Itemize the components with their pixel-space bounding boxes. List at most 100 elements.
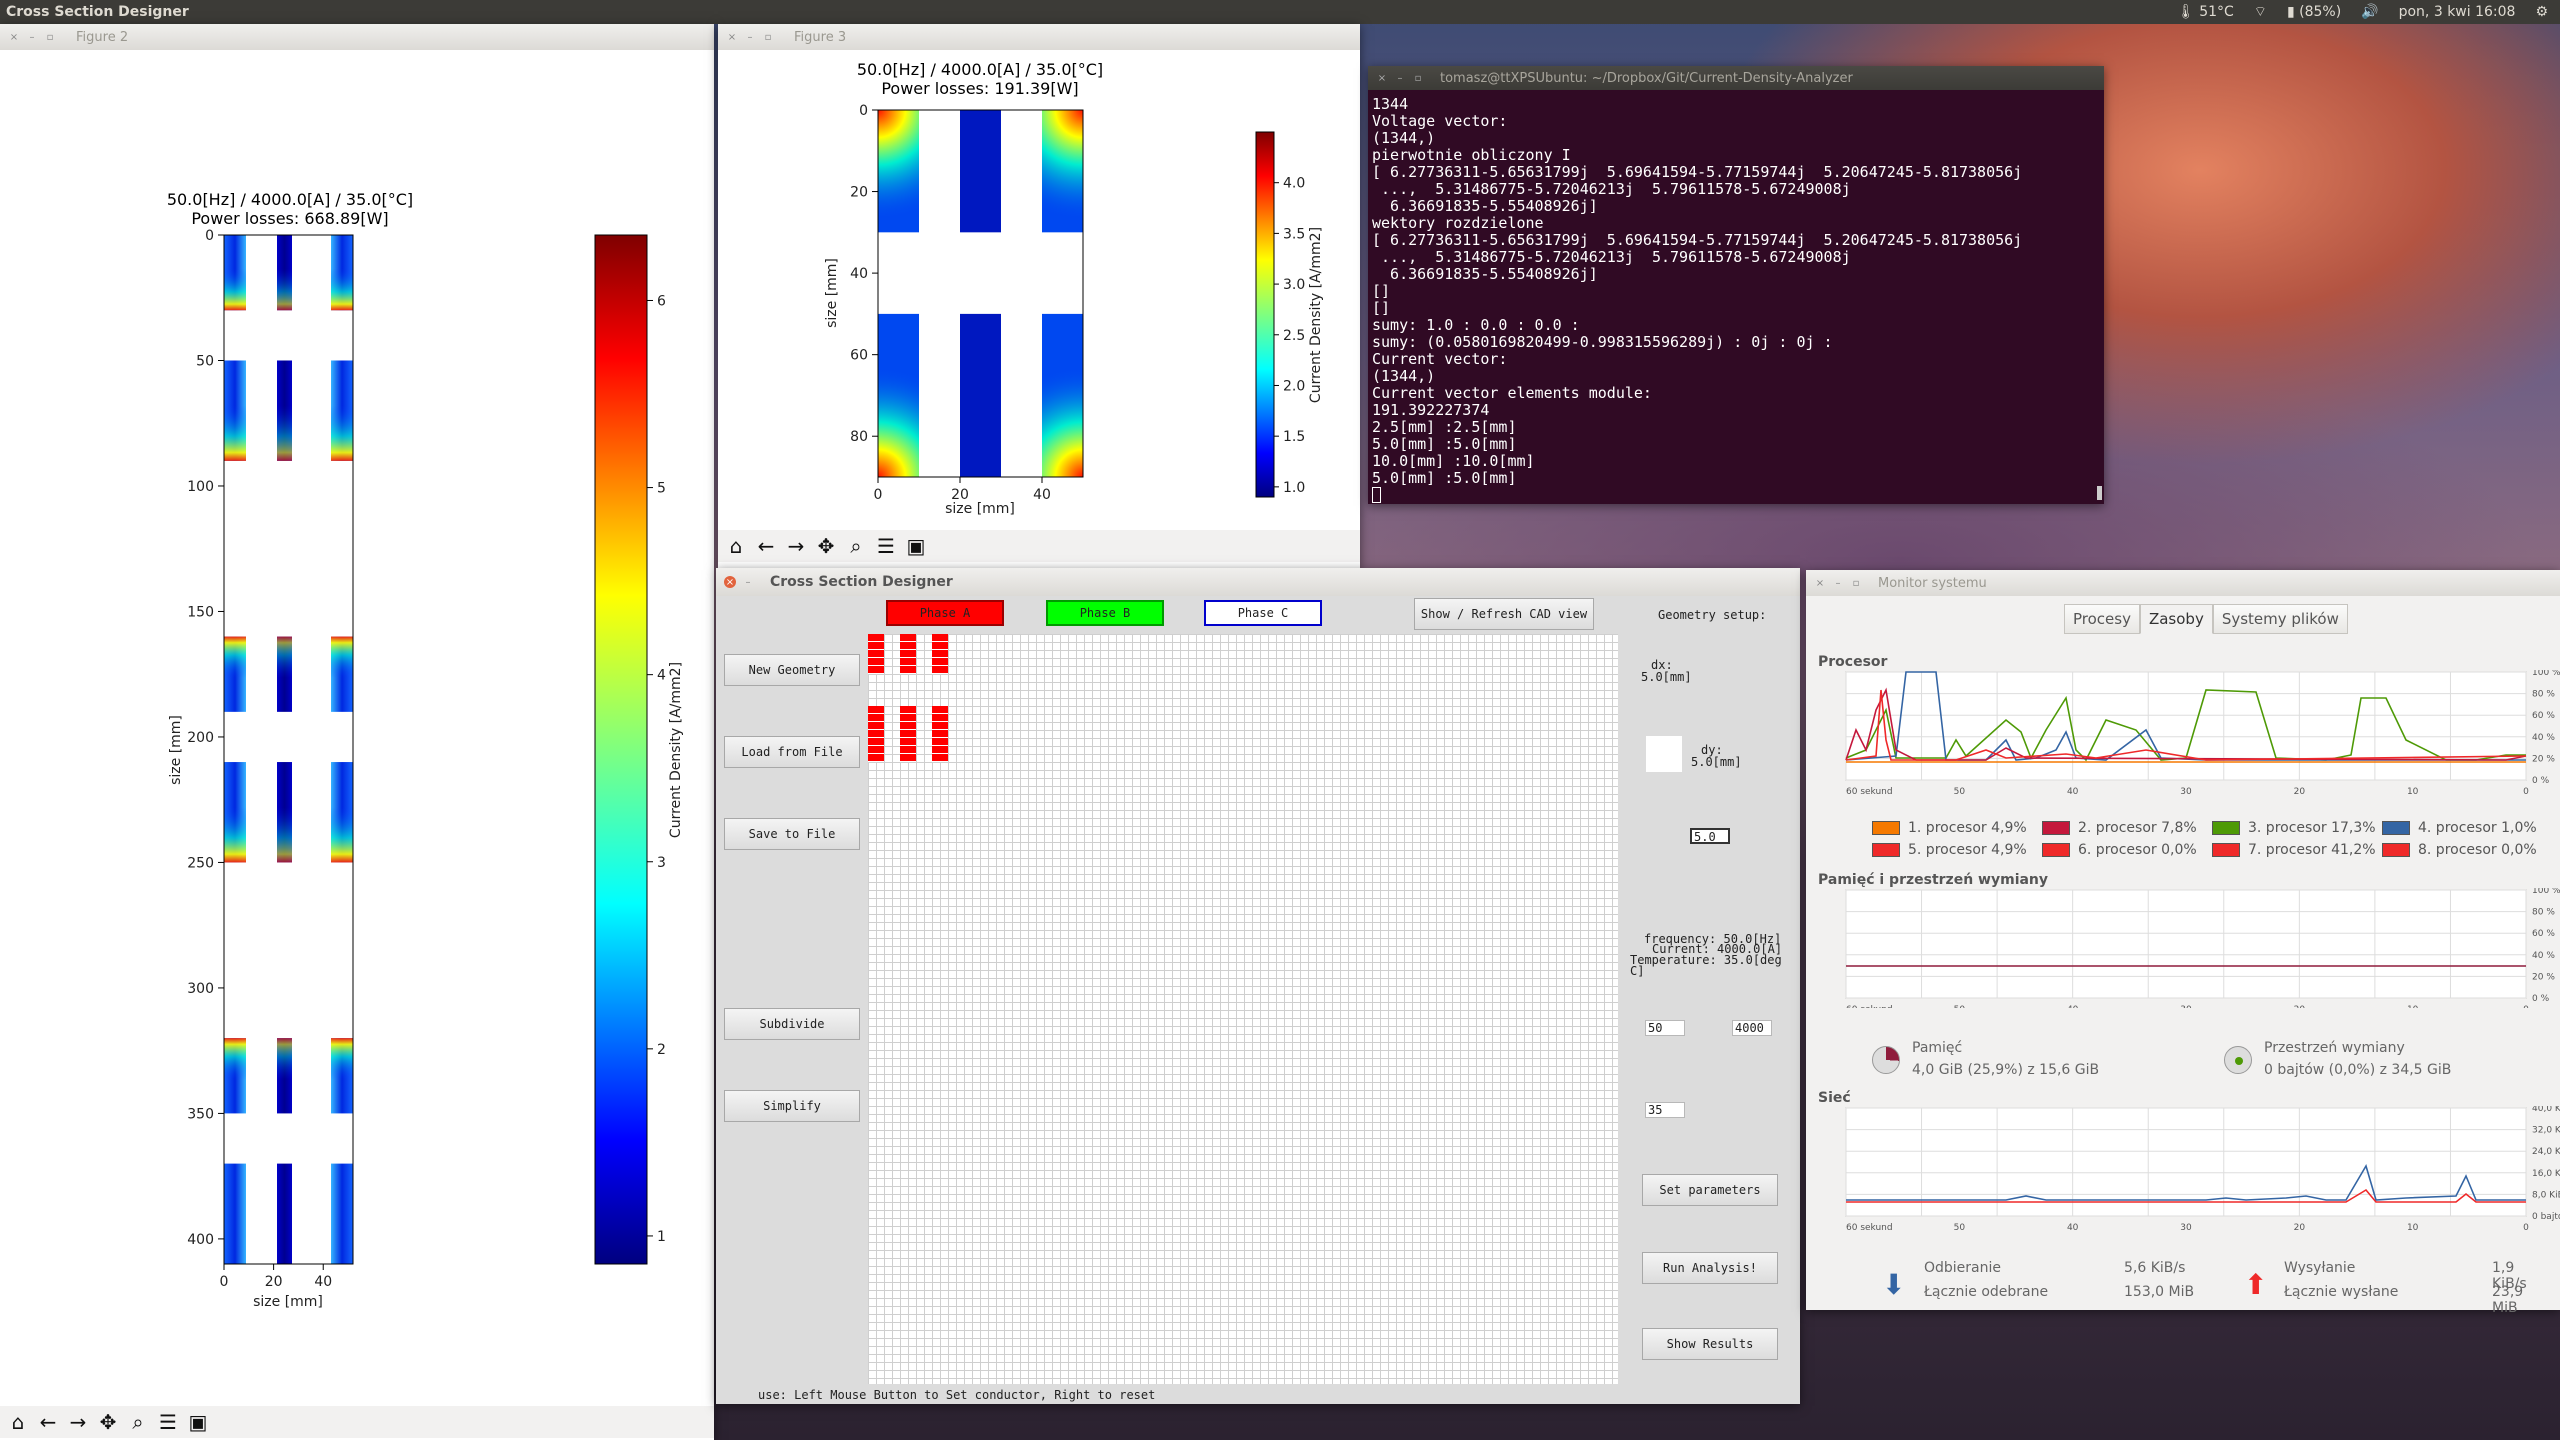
- tab-file-systems[interactable]: Systemy plików: [2212, 604, 2348, 634]
- load-from-file-button[interactable]: Load from File: [724, 736, 860, 768]
- home-icon[interactable]: ⌂: [724, 534, 748, 558]
- cpu-legend-item[interactable]: 3. procesor 17,3%: [2212, 820, 2382, 836]
- subdivide-button[interactable]: Subdivide: [724, 1008, 860, 1040]
- temperature-input[interactable]: 35: [1645, 1102, 1685, 1118]
- cpu-color-swatch[interactable]: [2382, 821, 2410, 835]
- battery-indicator[interactable]: ▮ (85%): [2287, 0, 2341, 24]
- tab-resources[interactable]: Zasoby: [2139, 604, 2213, 634]
- cpu-color-swatch[interactable]: [1872, 821, 1900, 835]
- frequency-input[interactable]: 50: [1645, 1020, 1685, 1036]
- network-icon[interactable]: ⌔: [2254, 0, 2267, 24]
- figure3-titlebar[interactable]: × – ▫ Figure 3: [718, 24, 1360, 50]
- phase-b-button[interactable]: Phase B: [1046, 600, 1164, 626]
- current-input[interactable]: 4000: [1732, 1020, 1772, 1036]
- conductor-phase-a[interactable]: [932, 634, 948, 674]
- conductor-bar: [331, 1163, 353, 1264]
- minimize-icon[interactable]: –: [1394, 72, 1406, 84]
- system-tray: 🌡 51°C ⌔ ▮ (85%) 🔊 pon, 3 kwi 16:08 ⚙: [2177, 0, 2548, 24]
- tab-processes[interactable]: Procesy: [2064, 604, 2140, 634]
- phase-c-button[interactable]: Phase C: [1204, 600, 1322, 626]
- minimize-icon[interactable]: –: [1832, 577, 1844, 589]
- refresh-cad-button[interactable]: Show / Refresh CAD view: [1414, 598, 1594, 630]
- close-icon[interactable]: ×: [726, 31, 738, 43]
- simplify-button[interactable]: Simplify: [724, 1090, 860, 1122]
- clock[interactable]: pon, 3 kwi 16:08: [2399, 0, 2516, 24]
- maximize-icon[interactable]: ▫: [1850, 577, 1862, 589]
- conductor-phase-a[interactable]: [868, 634, 884, 674]
- minimize-icon[interactable]: –: [744, 31, 756, 43]
- hotspot-overlay: [277, 1038, 292, 1080]
- back-arrow-icon[interactable]: ←: [754, 534, 778, 558]
- close-icon[interactable]: ×: [724, 576, 736, 588]
- figure2-plot-title-line1: 50.0[Hz] / 4000.0[A] / 35.0[°C]: [167, 190, 413, 209]
- designer-titlebar[interactable]: × – Cross Section Designer: [716, 568, 1800, 596]
- figure3-colorbar: [1255, 131, 1275, 498]
- cpu-color-swatch[interactable]: [2042, 843, 2070, 857]
- back-arrow-icon[interactable]: ←: [36, 1410, 60, 1434]
- graph-x-label: 50: [1954, 787, 1966, 797]
- figure2-titlebar[interactable]: × – ▫ Figure 2: [0, 24, 714, 50]
- run-analysis-button[interactable]: Run Analysis!: [1642, 1252, 1778, 1284]
- graph-x-label: 50: [1954, 1005, 1966, 1008]
- configure-subplots-icon[interactable]: ☰: [874, 534, 898, 558]
- maximize-icon[interactable]: ▫: [1412, 72, 1424, 84]
- cpu-color-swatch[interactable]: [2042, 821, 2070, 835]
- settings-gear-icon[interactable]: ⚙: [2535, 0, 2548, 24]
- cell-size-input[interactable]: 5.0: [1690, 828, 1730, 844]
- conductor-phase-a[interactable]: [900, 634, 916, 674]
- cpu-legend-item[interactable]: 6. procesor 0,0%: [2042, 842, 2212, 858]
- minimize-icon[interactable]: –: [26, 31, 38, 43]
- phase-a-button[interactable]: Phase A: [886, 600, 1004, 626]
- cpu-legend: 1. procesor 4,9% 2. procesor 7,8% 3. proce…: [1872, 820, 2552, 858]
- cpu-color-swatch[interactable]: [2382, 843, 2410, 857]
- cpu-legend-item[interactable]: 5. procesor 4,9%: [1872, 842, 2042, 858]
- forward-arrow-icon[interactable]: →: [784, 534, 808, 558]
- save-icon[interactable]: ▣: [186, 1410, 210, 1434]
- zoom-icon[interactable]: ⌕: [844, 534, 868, 558]
- cpu-color-swatch[interactable]: [2212, 821, 2240, 835]
- terminal-titlebar[interactable]: × – ▫ tomasz@ttXPSUbuntu: ~/Dropbox/Git/…: [1368, 66, 2104, 90]
- terminal-line: 2.5[mm] :2.5[mm]: [1372, 418, 1517, 436]
- show-results-button[interactable]: Show Results: [1642, 1328, 1778, 1360]
- conductor-phase-a[interactable]: [900, 706, 916, 762]
- terminal-scrollbar[interactable]: [2097, 486, 2102, 500]
- conductor-phase-a[interactable]: [932, 706, 948, 762]
- cpu-legend-item[interactable]: 1. procesor 4,9%: [1872, 820, 2042, 836]
- close-icon[interactable]: ×: [1814, 577, 1826, 589]
- minimize-icon[interactable]: –: [742, 576, 754, 588]
- cpu-color-swatch[interactable]: [2212, 843, 2240, 857]
- pan-icon[interactable]: ✥: [96, 1410, 120, 1434]
- figure3-xlabel: size [mm]: [945, 501, 1015, 517]
- configure-subplots-icon[interactable]: ☰: [156, 1410, 180, 1434]
- home-icon[interactable]: ⌂: [6, 1410, 30, 1434]
- cpu-legend-item[interactable]: 2. procesor 7,8%: [2042, 820, 2212, 836]
- temperature-indicator[interactable]: 🌡 51°C: [2177, 0, 2234, 24]
- terminal-output[interactable]: 1344 Voltage vector: (1344,) pierwotnie obl…: [1368, 90, 2104, 504]
- cpu-color-swatch[interactable]: [1872, 843, 1900, 857]
- close-icon[interactable]: ×: [1376, 72, 1388, 84]
- volume-icon[interactable]: 🔊: [2361, 0, 2378, 24]
- terminal-line: 6.36691835-5.55408926j]: [1372, 265, 1598, 283]
- graph-x-label: 30: [2180, 1223, 2192, 1233]
- cpu-legend-item[interactable]: 7. procesor 41,2%: [2212, 842, 2382, 858]
- zoom-icon[interactable]: ⌕: [126, 1410, 150, 1434]
- set-parameters-button[interactable]: Set parameters: [1642, 1174, 1778, 1206]
- cpu-legend-item[interactable]: 4. procesor 1,0%: [2382, 820, 2552, 836]
- forward-arrow-icon[interactable]: →: [66, 1410, 90, 1434]
- hotspot-overlay: [224, 807, 246, 863]
- save-icon[interactable]: ▣: [904, 534, 928, 558]
- save-to-file-button[interactable]: Save to File: [724, 818, 860, 850]
- new-geometry-button[interactable]: New Geometry: [724, 654, 860, 686]
- graph-x-label: 60 sekund: [1846, 787, 1893, 797]
- maximize-icon[interactable]: ▫: [762, 31, 774, 43]
- conductor-phase-a[interactable]: [868, 706, 884, 762]
- cpu-legend-item[interactable]: 8. procesor 0,0%: [2382, 842, 2552, 858]
- cad-grid-canvas[interactable]: [868, 634, 1618, 1384]
- pan-icon[interactable]: ✥: [814, 534, 838, 558]
- monitor-titlebar[interactable]: × – ▫ Monitor systemu: [1806, 570, 2560, 596]
- graph-background: [1845, 889, 2527, 999]
- close-icon[interactable]: ×: [8, 31, 20, 43]
- maximize-icon[interactable]: ▫: [44, 31, 56, 43]
- receive-rate: 5,6 KiB/s: [2124, 1260, 2186, 1276]
- designer-window: × – Cross Section Designer Phase A Phase…: [716, 568, 1800, 1404]
